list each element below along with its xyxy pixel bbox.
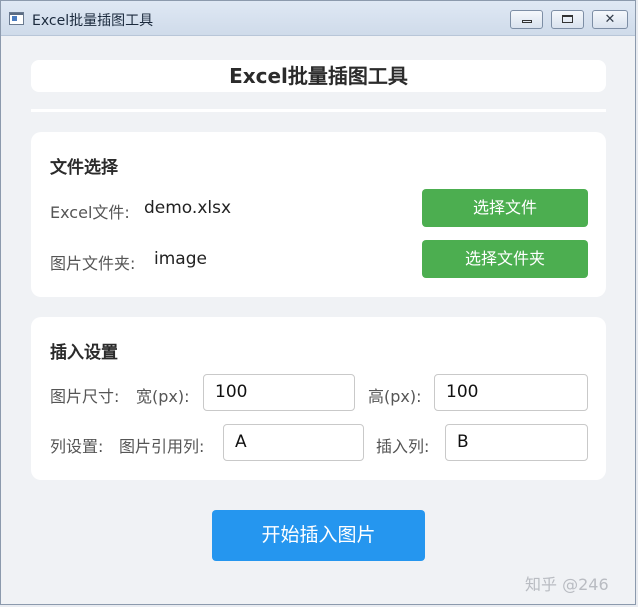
image-size-label: 图片尺寸:	[50, 387, 120, 406]
ref-column-label: 图片引用列:	[119, 437, 205, 456]
insert-column-input[interactable]: B	[445, 424, 588, 461]
minimize-icon	[521, 20, 532, 23]
close-button[interactable]: ✕	[592, 10, 628, 29]
height-label: 高(px):	[368, 387, 422, 406]
ref-column-input[interactable]: A	[223, 424, 364, 461]
image-folder-value: image	[154, 249, 207, 269]
divider	[31, 109, 606, 112]
title-bar[interactable]: Excel批量插图工具 ✕	[1, 1, 635, 36]
image-folder-label: 图片文件夹:	[50, 254, 136, 273]
page-title: Excel批量插图工具	[31, 60, 606, 92]
maximize-icon	[562, 15, 573, 23]
insert-section-title: 插入设置	[50, 343, 118, 363]
select-file-button[interactable]: 选择文件	[422, 189, 588, 227]
minimize-button[interactable]	[510, 10, 543, 29]
width-input[interactable]: 100	[203, 374, 355, 411]
insert-settings-card: 插入设置 图片尺寸: 宽(px): 100 高(px): 100 列设置: 图片…	[31, 317, 606, 480]
file-section-title: 文件选择	[50, 158, 118, 178]
height-input[interactable]: 100	[434, 374, 588, 411]
column-settings-label: 列设置:	[50, 437, 104, 456]
maximize-button[interactable]	[551, 10, 584, 29]
start-insert-button[interactable]: 开始插入图片	[212, 510, 425, 561]
excel-file-value: demo.xlsx	[144, 198, 232, 218]
app-window: Excel批量插图工具 ✕ Excel批量插图工具 文件选择 Excel文件: …	[0, 0, 636, 605]
width-label: 宽(px):	[136, 387, 190, 406]
window-app-icon	[9, 12, 24, 25]
watermark: 知乎 @246	[525, 575, 609, 594]
select-folder-button[interactable]: 选择文件夹	[422, 240, 588, 278]
main-content: Excel批量插图工具 文件选择 Excel文件: demo.xlsx 选择文件…	[9, 36, 629, 597]
close-icon: ✕	[604, 12, 616, 27]
insert-column-label: 插入列:	[376, 437, 430, 456]
file-selection-card: 文件选择 Excel文件: demo.xlsx 选择文件 图片文件夹: imag…	[31, 132, 606, 297]
window-title: Excel批量插图工具	[32, 13, 154, 29]
excel-file-label: Excel文件:	[50, 203, 130, 222]
